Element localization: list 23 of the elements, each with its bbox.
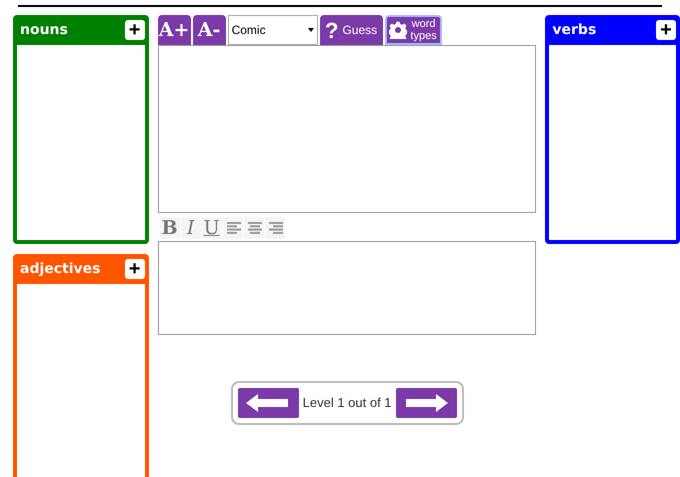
bold-button[interactable]: B — [160, 217, 180, 239]
text-area[interactable] — [158, 241, 536, 335]
add-button[interactable]: + — [124, 259, 145, 279]
level-label: Level 1 out of 1 — [302, 394, 392, 412]
panel-title: nouns — [20, 20, 68, 40]
italic-button[interactable]: I — [180, 217, 201, 239]
gear-icon — [388, 21, 407, 39]
panel-title: adjectives — [20, 260, 101, 278]
font-select[interactable]: Comic — [228, 15, 318, 45]
add-button[interactable]: + — [124, 20, 145, 40]
align-left-button[interactable] — [222, 217, 243, 239]
caret-icon — [308, 28, 314, 32]
panel-title: verbs — [552, 20, 596, 40]
previous-button[interactable] — [238, 388, 299, 418]
align-right-button[interactable] — [264, 217, 285, 239]
add-button[interactable]: + — [656, 20, 676, 40]
question-icon: ? — [325, 14, 338, 46]
underline-button[interactable]: U — [202, 217, 222, 239]
font-bigger-button[interactable]: A+ — [158, 15, 191, 45]
font-smaller-button[interactable]: A- — [192, 15, 226, 45]
next-button[interactable] — [396, 388, 457, 418]
align-center-button[interactable] — [244, 217, 264, 239]
word-types-button[interactable]: word types — [384, 15, 442, 45]
